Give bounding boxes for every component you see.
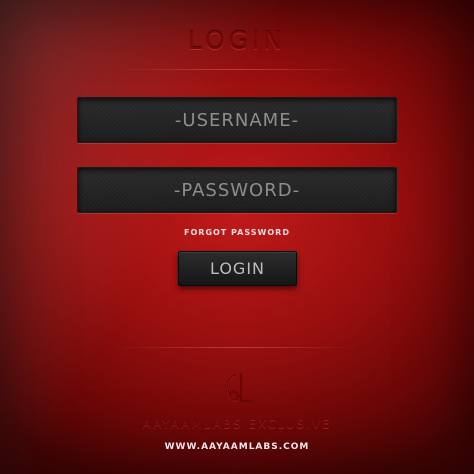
login-screen: LOGIN -USERNAME- -PASSWORD- FORGOT PASSW… bbox=[0, 0, 474, 474]
login-title: LOGIN bbox=[187, 26, 287, 55]
password-field[interactable]: -PASSWORD- bbox=[77, 167, 397, 213]
username-field[interactable]: -USERNAME- bbox=[77, 97, 397, 143]
username-placeholder: -USERNAME- bbox=[174, 109, 300, 131]
login-button[interactable]: LOGIN bbox=[178, 251, 297, 286]
al-monogram-icon bbox=[226, 372, 254, 403]
brand-name: AAYAAMLABS EXCLUSIVE bbox=[142, 417, 332, 431]
top-divider bbox=[117, 69, 357, 70]
website-link[interactable]: WWW.AAYAAMLABS.COM bbox=[0, 442, 474, 452]
forgot-password-link[interactable]: FORGOT PASSWORD bbox=[0, 228, 474, 237]
login-button-label: LOGIN bbox=[209, 259, 266, 278]
bottom-divider bbox=[117, 347, 357, 348]
password-placeholder: -PASSWORD- bbox=[173, 179, 301, 201]
